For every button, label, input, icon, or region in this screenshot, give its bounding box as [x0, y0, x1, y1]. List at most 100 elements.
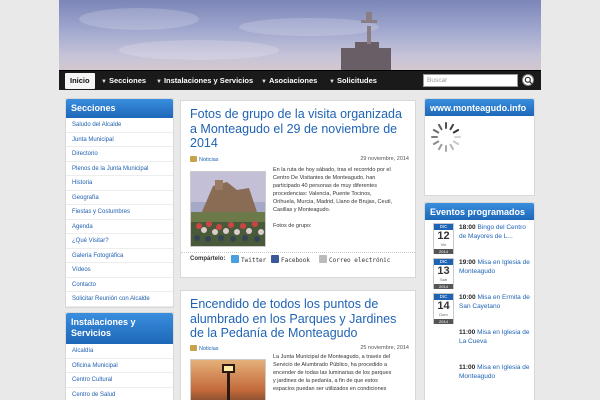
- search-icon: [524, 76, 533, 85]
- sidebar-link[interactable]: ¿Qué Visitar?: [66, 234, 173, 249]
- post-thumbnail-street-lamp[interactable]: [190, 359, 266, 400]
- share-facebook-button[interactable]: Facebook: [271, 255, 310, 265]
- sidebar-link[interactable]: Centro de Salud: [66, 388, 173, 400]
- sidebar-link[interactable]: Oficina Municipal: [66, 359, 173, 373]
- event-item[interactable]: DIC 13 Sab 2014 19:00 Misa en Iglesia de Mon…: [425, 255, 534, 290]
- twitter-icon: [231, 255, 239, 263]
- event-weekday: Vie: [440, 242, 447, 247]
- nav-item-inicio[interactable]: Inicio: [65, 73, 95, 89]
- services-list: Alcaldía Oficina Municipal Centro Cultural…: [66, 344, 173, 400]
- event-link[interactable]: 10:00 Misa en Ermita de San Cayetano: [459, 293, 533, 311]
- sidebar-link[interactable]: Geografía: [66, 191, 173, 205]
- street-lamp-image: [191, 360, 265, 400]
- services-widget-title: Instalaciones y Servicios: [66, 313, 173, 344]
- excerpt-line: participado 40 personas de muy diferente…: [273, 183, 377, 189]
- spinner-tick: [432, 129, 440, 134]
- post-title[interactable]: Encendido de todos los puntos de alumbra…: [181, 291, 415, 341]
- sidebar-link[interactable]: Plenos de la Junta Municipal: [66, 162, 173, 176]
- spinner-tick: [449, 143, 454, 151]
- sidebar-link[interactable]: Solicitar Reunión con Alcalde: [66, 292, 173, 307]
- sections-list: Saludo del Alcalde Junta Municipal Directo…: [66, 118, 173, 307]
- post-date: 25 noviembre, 2014: [360, 344, 409, 351]
- group-photo-image: [191, 172, 265, 246]
- spinner-tick: [449, 123, 454, 131]
- nav-item-solicitudes[interactable]: ▼ Solicitudes: [329, 73, 377, 89]
- share-twitter-button[interactable]: Twitter: [231, 255, 266, 265]
- excerpt-line: Casillas y Monteagudo.: [273, 207, 331, 213]
- services-widget: Instalaciones y Servicios Alcaldía Oficin…: [65, 312, 174, 400]
- chevron-down-icon: ▼: [329, 79, 335, 85]
- sidebar-link[interactable]: Vídeos: [66, 263, 173, 278]
- event-day: 13: [437, 265, 450, 277]
- excerpt-line: encender de todas las luminarias de los …: [273, 370, 392, 376]
- sections-widget: Secciones Saludo del Alcalde Junta Munici…: [65, 98, 174, 308]
- event-item[interactable]: 11:00 Misa en Iglesia de Monteagudo: [425, 360, 534, 395]
- event-item[interactable]: 11:00 Misa en Iglesia de La Cueva: [425, 325, 534, 360]
- sidebar-link[interactable]: Fiestas y Costumbres: [66, 205, 173, 220]
- main-nav: Inicio ▼ Secciones ▼ Instalaciones y Servi…: [59, 70, 541, 90]
- post-thumbnail-group-photo[interactable]: [190, 171, 266, 247]
- post-category[interactable]: Noticias: [190, 344, 219, 352]
- excerpt-line: espacios puedan ser utilizados en condic…: [273, 386, 387, 392]
- excerpt-line: Orihuela, Murcia, Madrid, Llano de Bruja…: [273, 199, 393, 205]
- sidebar-link[interactable]: Alcaldía: [66, 344, 173, 359]
- event-day: 14: [437, 300, 450, 312]
- events-widget: Eventos programados DIC 12 Vie 2014 18:00 Bi…: [424, 202, 535, 400]
- event-link[interactable]: 11:00 Misa en Iglesia de Monteagudo: [459, 363, 533, 381]
- calendar-date-icon: DIC 12 Vie 2014: [433, 223, 454, 254]
- calendar-date-icon: DIC 14 Dom 2014: [433, 293, 454, 324]
- sidebar-link[interactable]: Galería Fotográfica: [66, 249, 173, 263]
- email-icon: [319, 255, 327, 263]
- post-title[interactable]: Fotos de grupo de la visita organizada a…: [181, 101, 415, 151]
- event-link[interactable]: 18:00 Bingo del Centro de Mayores de L..…: [459, 223, 533, 241]
- spinner-tick: [438, 143, 443, 151]
- search-input[interactable]: Buscar: [423, 74, 518, 87]
- event-link[interactable]: 11:00 Misa en Iglesia de La Cueva: [459, 328, 533, 346]
- events-widget-title: Eventos programados: [425, 203, 534, 220]
- sidebar-link[interactable]: Saludo del Alcalde: [66, 118, 173, 133]
- excerpt-line: Centro De Visitantes de Monteagudo, han: [273, 175, 376, 181]
- post-date: 29 noviembre, 2014: [360, 155, 409, 162]
- site-widget-title[interactable]: www.monteagudo.info: [425, 99, 534, 116]
- header-banner-image[interactable]: [59, 0, 541, 70]
- sidebar-link[interactable]: Directorio: [66, 147, 173, 162]
- spinner-tick: [452, 140, 460, 145]
- event-weekday: Dom: [439, 312, 448, 317]
- nav-item-instalaciones[interactable]: ▼ Instalaciones y Servicios: [156, 73, 253, 89]
- event-day: 12: [437, 230, 450, 242]
- excerpt-line: procedencias: Valencia, Puente Tocinos,: [273, 191, 372, 197]
- page: Inicio ▼ Secciones ▼ Instalaciones y Servi…: [59, 0, 541, 400]
- nav-item-secciones[interactable]: ▼ Secciones: [101, 73, 146, 89]
- sidebar-link[interactable]: Junta Municipal: [66, 133, 173, 147]
- post-excerpt: En la ruta de hoy sábado, tras el recorr…: [273, 166, 413, 230]
- share-label: Compártelo:: [190, 256, 226, 262]
- share-bar: Compártelo: Twitter Facebook Correo elec…: [181, 252, 415, 266]
- event-time: 18:00: [459, 224, 476, 231]
- share-email-button[interactable]: Correo electrónic: [319, 255, 409, 265]
- sidebar-link[interactable]: Contacto: [66, 278, 173, 292]
- spinner-tick: [438, 123, 443, 131]
- search-button[interactable]: [522, 74, 534, 86]
- site-widget: www.monteagudo.info: [424, 98, 535, 196]
- excerpt-line: y jardines de la pedanía, a fin de que e…: [273, 378, 378, 384]
- spinner-tick: [432, 140, 440, 145]
- event-item[interactable]: DIC 14 Dom 2014 10:00 Misa en Ermita de San …: [425, 290, 534, 325]
- nav-item-asociaciones[interactable]: ▼ Asociaciones: [261, 73, 317, 89]
- event-time: 11:00: [459, 364, 476, 371]
- sidebar-link[interactable]: Centro Cultural: [66, 373, 173, 388]
- post-category[interactable]: Noticias: [190, 155, 219, 163]
- chevron-down-icon: ▼: [261, 79, 267, 85]
- event-link[interactable]: 19:00 Misa en Iglesia de Monteagudo: [459, 258, 533, 276]
- spinner-tick: [452, 129, 460, 134]
- chevron-down-icon: ▼: [156, 79, 162, 85]
- event-item[interactable]: DIC 12 Vie 2014 18:00 Bingo del Centro de Ma…: [425, 220, 534, 255]
- sidebar-link[interactable]: Agenda: [66, 220, 173, 234]
- loading-spinner-icon: [431, 122, 461, 152]
- sidebar-link[interactable]: Historia: [66, 176, 173, 191]
- excerpt-line: Fotos de grupo:: [273, 223, 312, 229]
- sections-widget-title: Secciones: [66, 99, 173, 118]
- facebook-icon: [271, 255, 279, 263]
- excerpt-line: La Junta Municipal de Monteagudo, a trav…: [273, 354, 391, 360]
- excerpt-line: En la ruta de hoy sábado, tras el recorr…: [273, 167, 391, 173]
- excerpt-line: [273, 214, 413, 222]
